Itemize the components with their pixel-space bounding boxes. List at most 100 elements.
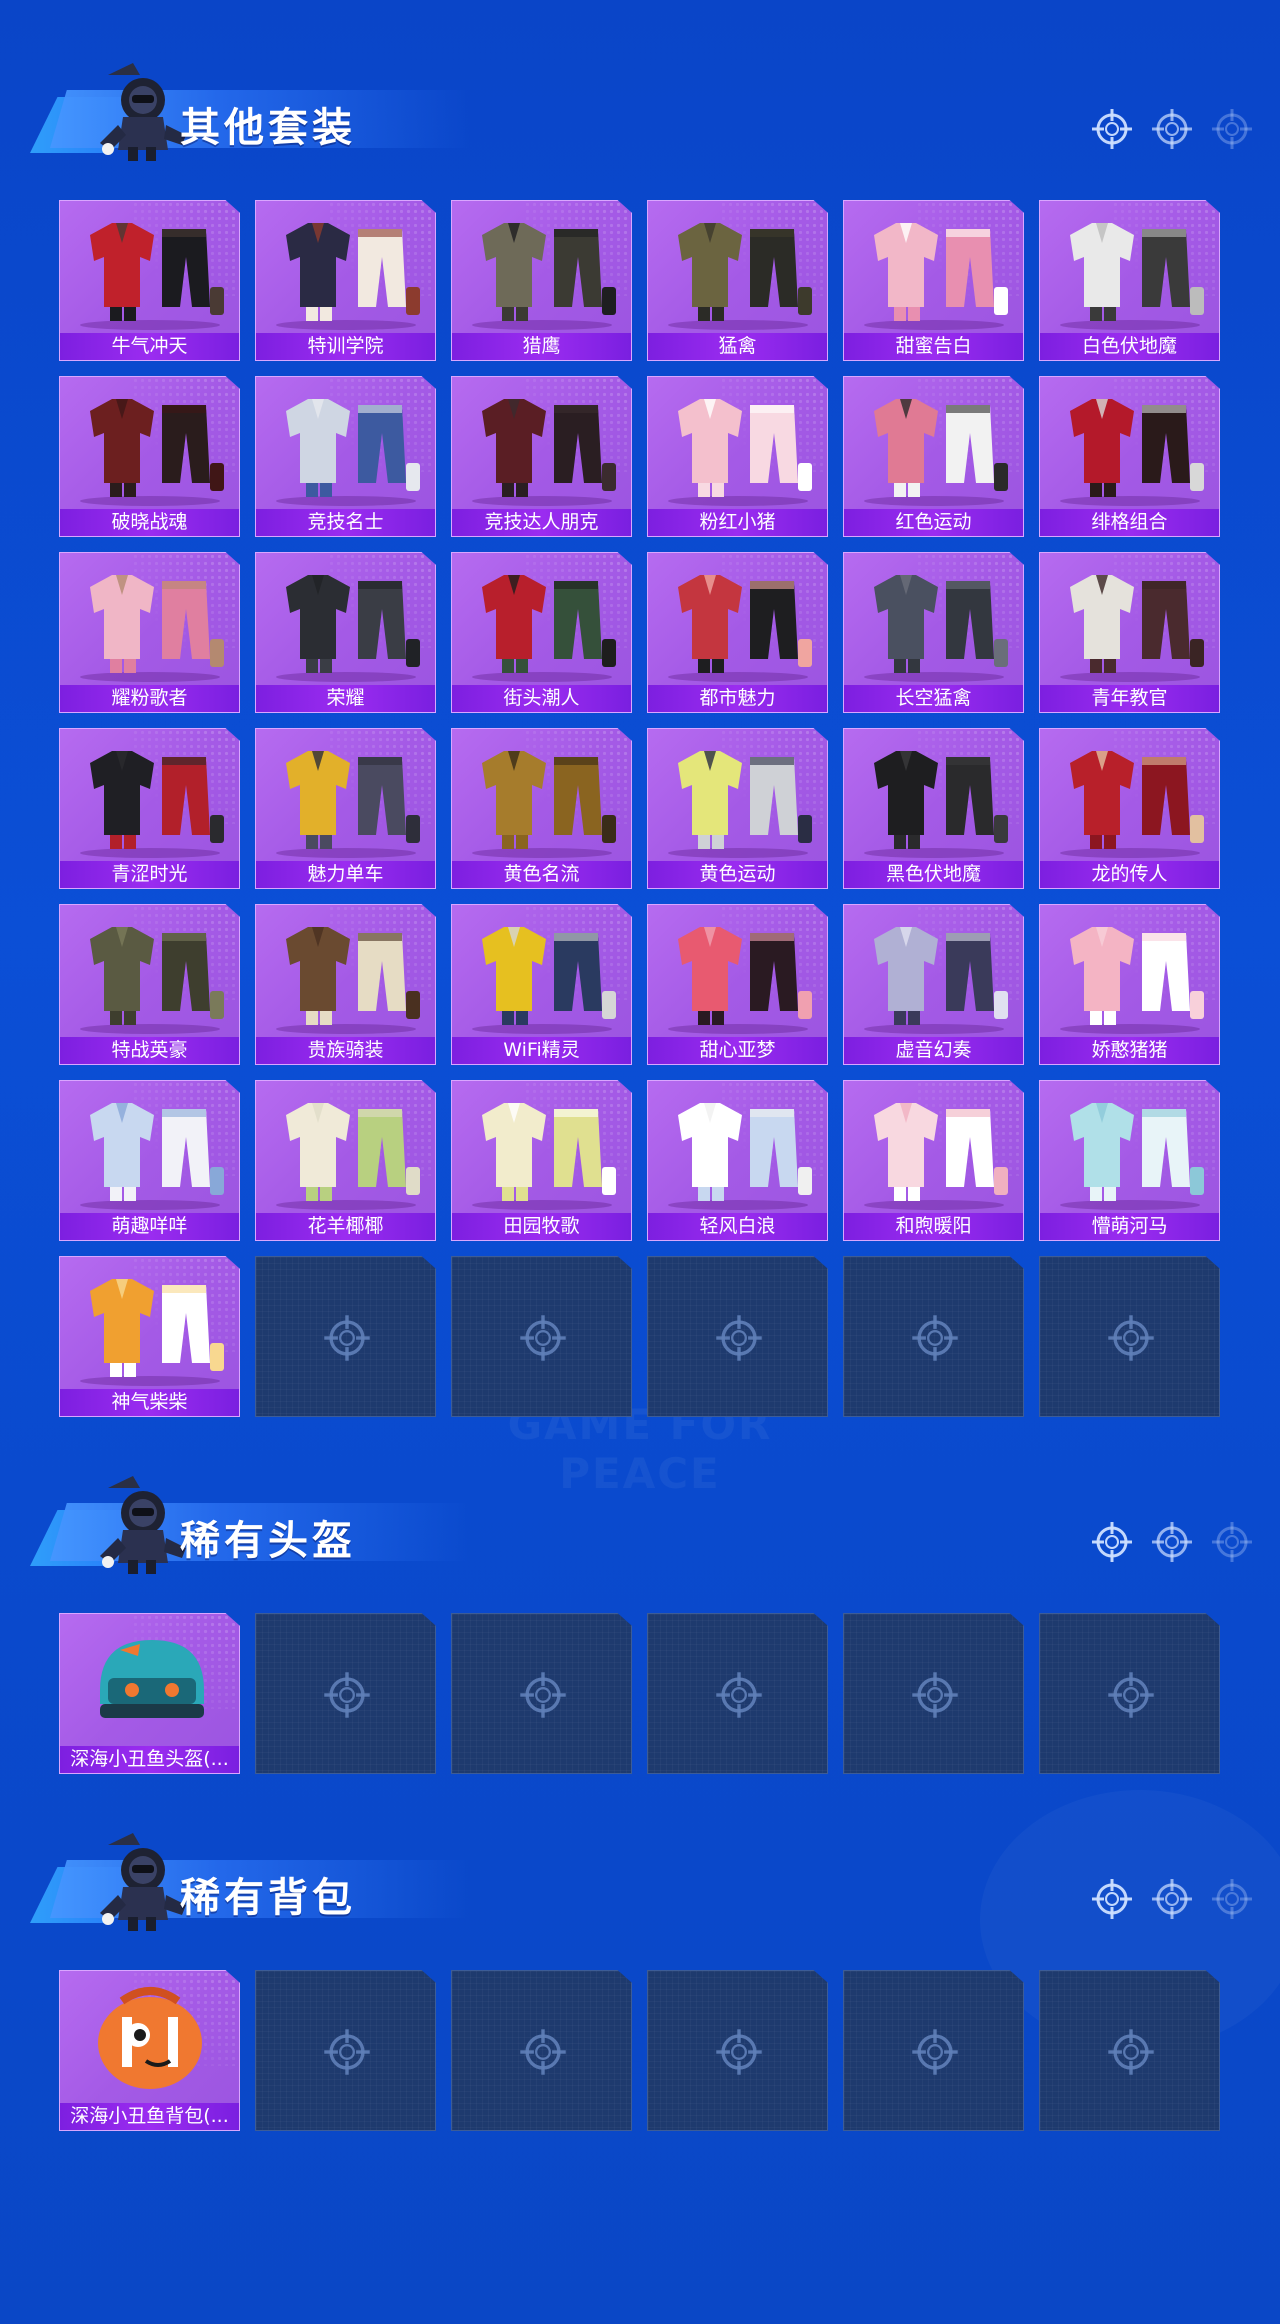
outfit-image <box>452 207 631 331</box>
item-label: 虚音幻奏 <box>844 1037 1023 1064</box>
empty-slot <box>1039 1970 1220 2131</box>
crosshair-icon <box>1090 107 1134 151</box>
empty-slot <box>451 1256 632 1417</box>
item-label: 甜心亚梦 <box>648 1037 827 1064</box>
item-card[interactable]: 虚音幻奏 <box>843 904 1024 1065</box>
item-card[interactable]: 街头潮人 <box>451 552 632 713</box>
empty-slot <box>1039 1256 1220 1417</box>
item-label: 青涩时光 <box>60 861 239 888</box>
empty-slot <box>1039 1613 1220 1774</box>
item-card[interactable]: 青年教官 <box>1039 552 1220 713</box>
item-card[interactable]: 神气柴柴 <box>59 1256 240 1417</box>
item-card[interactable]: 猛禽 <box>647 200 828 361</box>
item-label: 青年教官 <box>1040 685 1219 712</box>
item-card[interactable]: 猎鹰 <box>451 200 632 361</box>
item-label: 甜蜜告白 <box>844 333 1023 360</box>
item-card[interactable]: 长空猛禽 <box>843 552 1024 713</box>
crosshair-icon <box>322 1670 372 1720</box>
empty-slot <box>647 1613 828 1774</box>
empty-slot <box>843 1256 1024 1417</box>
item-card[interactable]: WiFi精灵 <box>451 904 632 1065</box>
outfit-image <box>60 207 239 331</box>
item-label: 红色运动 <box>844 509 1023 536</box>
item-card[interactable]: 荣耀 <box>255 552 436 713</box>
outfit-image <box>60 1087 239 1211</box>
outfit-image <box>452 383 631 507</box>
crosshair-icon <box>1106 1670 1156 1720</box>
item-card[interactable]: 特训学院 <box>255 200 436 361</box>
item-card[interactable]: 青涩时光 <box>59 728 240 889</box>
item-label: 黑色伏地魔 <box>844 861 1023 888</box>
item-card[interactable]: 娇憨猪猪 <box>1039 904 1220 1065</box>
crosshair-icon <box>1106 2027 1156 2077</box>
item-card[interactable]: 黑色伏地魔 <box>843 728 1024 889</box>
item-label: 深海小丑鱼头盔(... <box>60 1746 239 1773</box>
item-label: 耀粉歌者 <box>60 685 239 712</box>
item-card[interactable]: 甜心亚梦 <box>647 904 828 1065</box>
item-label: 绯格组合 <box>1040 509 1219 536</box>
crosshair-icon <box>1210 1520 1254 1564</box>
item-card[interactable]: 破晓战魂 <box>59 376 240 537</box>
outfit-image <box>844 735 1023 859</box>
item-label: 特训学院 <box>256 333 435 360</box>
item-card[interactable]: 特战英豪 <box>59 904 240 1065</box>
item-card[interactable]: 深海小丑鱼背包(... <box>59 1970 240 2131</box>
item-label: 娇憨猪猪 <box>1040 1037 1219 1064</box>
section-title: 其他套装 <box>180 105 356 151</box>
item-card[interactable]: 花羊椰椰 <box>255 1080 436 1241</box>
item-card[interactable]: 绯格组合 <box>1039 376 1220 537</box>
outfit-image <box>648 559 827 683</box>
backpack-image <box>60 1977 239 2101</box>
crosshair-icon <box>518 1313 568 1363</box>
item-card[interactable]: 白色伏地魔 <box>1039 200 1220 361</box>
item-label: 黄色名流 <box>452 861 631 888</box>
item-label: 龙的传人 <box>1040 861 1219 888</box>
item-card[interactable]: 耀粉歌者 <box>59 552 240 713</box>
empty-slot <box>451 1970 632 2131</box>
outfit-image <box>844 383 1023 507</box>
outfit-image <box>1040 735 1219 859</box>
item-card[interactable]: 粉红小猪 <box>647 376 828 537</box>
item-card[interactable]: 懵萌河马 <box>1039 1080 1220 1241</box>
empty-slot <box>843 1613 1024 1774</box>
item-card[interactable]: 贵族骑装 <box>255 904 436 1065</box>
item-label: 特战英豪 <box>60 1037 239 1064</box>
empty-slot <box>255 1613 436 1774</box>
item-label: 贵族骑装 <box>256 1037 435 1064</box>
crosshair-icon <box>1150 1877 1194 1921</box>
item-card[interactable]: 轻风白浪 <box>647 1080 828 1241</box>
item-card[interactable]: 都市魅力 <box>647 552 828 713</box>
item-card[interactable]: 魅力单车 <box>255 728 436 889</box>
crosshair-icon <box>322 2027 372 2077</box>
outfit-image <box>844 1087 1023 1211</box>
item-card[interactable]: 深海小丑鱼头盔(... <box>59 1613 240 1774</box>
item-card[interactable]: 龙的传人 <box>1039 728 1220 889</box>
crosshair-icon <box>714 1670 764 1720</box>
item-card[interactable]: 和煦暖阳 <box>843 1080 1024 1241</box>
item-label: 深海小丑鱼背包(... <box>60 2103 239 2130</box>
item-card[interactable]: 牛气冲天 <box>59 200 240 361</box>
crosshair-icon <box>322 1313 372 1363</box>
section-title: 稀有头盔 <box>180 1518 356 1564</box>
item-card[interactable]: 田园牧歌 <box>451 1080 632 1241</box>
item-label: 白色伏地魔 <box>1040 333 1219 360</box>
crosshair-icon <box>714 2027 764 2077</box>
item-card[interactable]: 红色运动 <box>843 376 1024 537</box>
section-indicators <box>1090 107 1252 151</box>
item-card[interactable]: 萌趣咩咩 <box>59 1080 240 1241</box>
outfit-image <box>256 735 435 859</box>
outfit-image <box>648 911 827 1035</box>
item-card[interactable]: 竞技名士 <box>255 376 436 537</box>
section-header: 稀有头盔 <box>30 1468 470 1578</box>
item-label: 荣耀 <box>256 685 435 712</box>
item-label: 懵萌河马 <box>1040 1213 1219 1240</box>
crosshair-icon <box>518 2027 568 2077</box>
item-card[interactable]: 甜蜜告白 <box>843 200 1024 361</box>
empty-slot <box>843 1970 1024 2131</box>
item-card[interactable]: 黄色名流 <box>451 728 632 889</box>
item-label: 猎鹰 <box>452 333 631 360</box>
item-card[interactable]: 黄色运动 <box>647 728 828 889</box>
item-card[interactable]: 竞技达人朋克 <box>451 376 632 537</box>
item-label: 魅力单车 <box>256 861 435 888</box>
crosshair-icon <box>910 1670 960 1720</box>
